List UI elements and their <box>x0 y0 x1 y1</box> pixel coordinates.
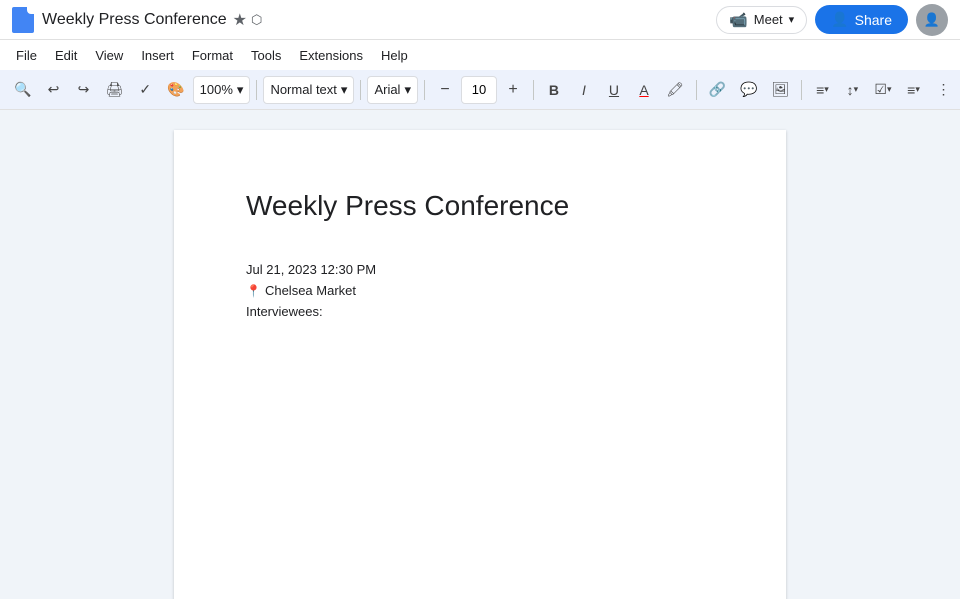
document-title[interactable]: Weekly Press Conference <box>246 190 714 222</box>
menu-bar: File Edit View Insert Format Tools Exten… <box>0 40 960 70</box>
zoom-dropdown-icon: ▾ <box>237 82 244 98</box>
font-size-input[interactable] <box>461 76 497 104</box>
separator-1 <box>256 80 257 100</box>
zoom-value: 100% <box>200 82 233 97</box>
line-spacing-button[interactable]: ↕▾ <box>838 76 866 104</box>
font-value: Arial <box>374 82 400 97</box>
share-button[interactable]: 👤 Share <box>815 5 908 34</box>
menu-format[interactable]: Format <box>184 45 241 66</box>
list-button[interactable]: ≡▾ <box>900 76 928 104</box>
highlight-button[interactable]: 🖍 <box>660 76 690 104</box>
drive-icon[interactable]: ⬡ <box>251 12 262 28</box>
avatar[interactable]: 👤 <box>916 4 948 36</box>
menu-help[interactable]: Help <box>373 45 416 66</box>
redo-button[interactable]: ↪ <box>69 76 97 104</box>
avatar-initials: 👤 <box>924 12 940 28</box>
separator-6 <box>801 80 802 100</box>
separator-5 <box>696 80 697 100</box>
doc-title[interactable]: Weekly Press Conference <box>42 11 227 29</box>
menu-edit[interactable]: Edit <box>47 45 85 66</box>
font-dropdown-icon: ▾ <box>404 82 411 98</box>
text-style-value: Normal text <box>270 82 336 97</box>
document-area: Weekly Press Conference Jul 21, 2023 12:… <box>0 110 960 599</box>
pin-icon: 📍 <box>246 284 261 298</box>
text-style-select[interactable]: Normal text ▾ <box>263 76 354 104</box>
bold-button[interactable]: B <box>540 76 568 104</box>
menu-tools[interactable]: Tools <box>243 45 289 66</box>
paintformat-button[interactable]: 🎨 <box>161 76 190 104</box>
meet-dropdown-icon[interactable]: ▾ <box>789 13 795 26</box>
spellcheck-button[interactable]: ✓ <box>131 76 159 104</box>
undo-button[interactable]: ↩ <box>39 76 67 104</box>
document-location: 📍 Chelsea Market <box>246 283 714 298</box>
separator-2 <box>360 80 361 100</box>
align-button[interactable]: ≡▾ <box>808 76 836 104</box>
menu-view[interactable]: View <box>87 45 131 66</box>
share-icon: 👤 <box>831 11 848 28</box>
link-button[interactable]: 🔗 <box>703 76 732 104</box>
print-button[interactable]: 🖨 <box>99 76 129 104</box>
share-label: Share <box>855 12 892 28</box>
meet-label: Meet <box>754 12 783 27</box>
font-size-increase-button[interactable]: + <box>499 76 527 104</box>
menu-file[interactable]: File <box>8 45 45 66</box>
more-button[interactable]: ⋮ <box>930 76 958 104</box>
style-dropdown-icon: ▾ <box>341 82 348 98</box>
checklist-button[interactable]: ☑▾ <box>868 76 897 104</box>
search-button[interactable]: 🔍 <box>8 76 37 104</box>
zoom-select[interactable]: 100% ▾ <box>193 76 251 104</box>
menu-extensions[interactable]: Extensions <box>291 45 371 66</box>
title-bar: Weekly Press Conference ★ ⬡ 📹 Meet ▾ 👤 S… <box>0 0 960 40</box>
image-button[interactable]: 🖼 <box>766 76 796 104</box>
title-bar-right: 📹 Meet ▾ 👤 Share 👤 <box>716 4 948 36</box>
comment-button[interactable]: 💬 <box>734 76 763 104</box>
toolbar: 🔍 ↩ ↪ 🖨 ✓ 🎨 100% ▾ Normal text ▾ Arial ▾… <box>0 70 960 110</box>
separator-3 <box>424 80 425 100</box>
meet-button[interactable]: 📹 Meet ▾ <box>716 6 807 34</box>
font-select[interactable]: Arial ▾ <box>367 76 418 104</box>
document-page[interactable]: Weekly Press Conference Jul 21, 2023 12:… <box>174 130 786 599</box>
separator-4 <box>533 80 534 100</box>
underline-button[interactable]: U <box>600 76 628 104</box>
location-text[interactable]: Chelsea Market <box>265 283 356 298</box>
star-icon[interactable]: ★ <box>233 10 247 30</box>
font-color-button[interactable]: A <box>630 76 658 104</box>
doc-icon <box>12 7 34 33</box>
italic-button[interactable]: I <box>570 76 598 104</box>
menu-insert[interactable]: Insert <box>133 45 182 66</box>
font-size-decrease-button[interactable]: − <box>431 76 459 104</box>
video-icon: 📹 <box>729 11 748 29</box>
document-interviewees[interactable]: Interviewees: <box>246 304 714 319</box>
document-date[interactable]: Jul 21, 2023 12:30 PM <box>246 262 714 277</box>
